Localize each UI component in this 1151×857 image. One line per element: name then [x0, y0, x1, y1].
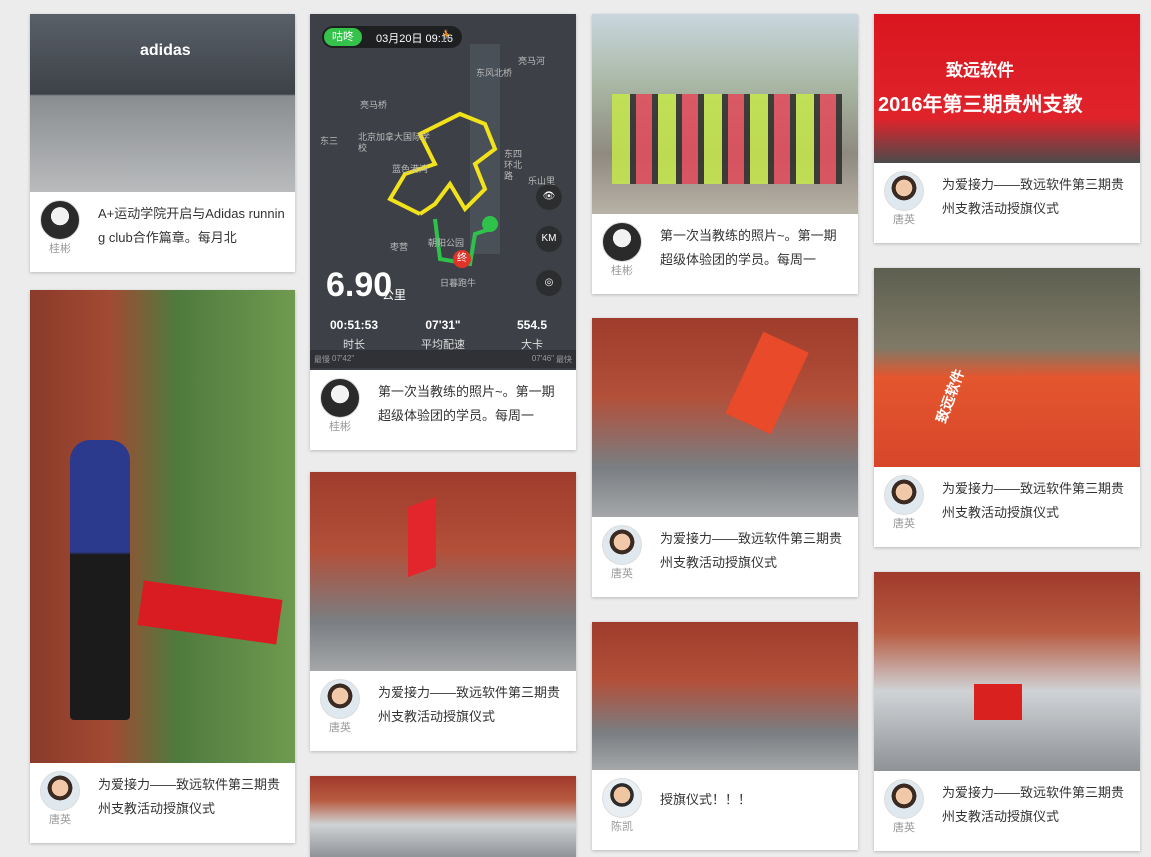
card-photo[interactable] [592, 622, 858, 770]
avatar[interactable] [884, 475, 924, 515]
username[interactable]: 桂彬 [318, 418, 362, 434]
person-blue-shirt [70, 440, 130, 720]
start-marker-icon [482, 216, 498, 232]
feed-card[interactable] [310, 776, 576, 857]
card-text[interactable]: 为爱接力——致远软件第三期贵州支教活动授旗仪式 [98, 773, 285, 821]
username[interactable]: 唐英 [882, 515, 926, 531]
card-text[interactable]: A+运动学院开启与Adidas running club合作篇章。每月北 [98, 202, 285, 250]
card-text[interactable]: 为爱接力——致远软件第三期贵州支教活动授旗仪式 [660, 527, 848, 575]
banner-text-line2: 2016年第三期贵州支教 [878, 94, 1083, 116]
map-place: 亮马河 [518, 56, 546, 66]
fastest-label: 最快 [556, 355, 572, 364]
fastest-value: 07'46" [531, 354, 554, 363]
locate-icon[interactable]: ◎ [536, 270, 562, 296]
card-text[interactable]: 第一次当教练的照片~。第一期超级体验团的学员。每周一 [660, 224, 848, 272]
run-map-photo[interactable]: 终 东风北桥 亮马桥 东四环北路 北京加拿大国际学校 亮马河 朝阳公园 蓝色港湾… [310, 14, 576, 370]
card-photo[interactable] [30, 290, 295, 763]
red-banner [974, 684, 1022, 720]
pace-strip: 最慢 07'42" 07'46" 最快 [310, 350, 576, 368]
card-photo[interactable]: 致远软件 [874, 268, 1140, 467]
avatar[interactable] [40, 771, 80, 811]
avatar[interactable] [884, 171, 924, 211]
end-marker-icon: 终 [453, 250, 471, 268]
card-text[interactable]: 为爱接力——致远软件第三期贵州支教活动授旗仪式 [942, 477, 1130, 525]
card-photo[interactable]: 致远软件 2016年第三期贵州支教 [874, 14, 1140, 163]
card-text[interactable]: 为爱接力——致远软件第三期贵州支教活动授旗仪式 [378, 681, 566, 729]
runners-group [612, 94, 842, 184]
feed-card[interactable]: 唐英 为爱接力——致远软件第三期贵州支教活动授旗仪式 [310, 472, 576, 751]
slowest-value: 07'42" [332, 354, 355, 363]
username[interactable]: 桂彬 [600, 262, 644, 278]
username[interactable]: 唐英 [318, 719, 362, 735]
card-text[interactable]: 第一次当教练的照片~。第一期超级体验团的学员。每周一 [378, 380, 566, 428]
card-photo[interactable] [592, 14, 858, 214]
red-flag [725, 331, 809, 435]
avatar[interactable] [602, 525, 642, 565]
username[interactable]: 陈凯 [600, 818, 644, 834]
feed-card[interactable]: adidas 桂彬 A+运动学院开启与Adidas running club合作… [30, 14, 295, 272]
map-place: 东四环北路 [504, 149, 523, 181]
flag-on-table [137, 580, 283, 645]
username[interactable]: 唐英 [882, 211, 926, 227]
username[interactable]: 唐英 [600, 565, 644, 581]
feed-card[interactable]: 陈凯 授旗仪式！！！ [592, 622, 858, 850]
distance-unit: 公里 [382, 288, 407, 302]
banner-text: 致远软件 [932, 366, 968, 426]
pace-value: 07'31" [425, 318, 461, 332]
username[interactable]: 唐英 [38, 811, 82, 827]
feed-card[interactable]: 致远软件 2016年第三期贵州支教 唐英 为爱接力——致远软件第三期贵州支教活动… [874, 14, 1140, 243]
feed-card[interactable]: 唐英 为爱接力——致远软件第三期贵州支教活动授旗仪式 [30, 290, 295, 843]
avatar[interactable] [320, 378, 360, 418]
card-text[interactable]: 授旗仪式！！！ [660, 788, 848, 836]
red-flag [408, 496, 436, 578]
avatar[interactable] [602, 222, 642, 262]
map-place: 朝阳公园 [428, 238, 465, 248]
map-place: 东三 [320, 136, 339, 146]
map-place: 蓝色港湾 [392, 164, 429, 174]
card-photo[interactable] [592, 318, 858, 517]
username[interactable]: 唐英 [882, 819, 926, 835]
card-photo[interactable]: adidas [30, 14, 295, 192]
duration-value: 00:51:53 [329, 318, 379, 332]
feed-card[interactable]: 桂彬 第一次当教练的照片~。第一期超级体验团的学员。每周一 [592, 14, 858, 294]
adidas-logo: adidas [140, 42, 191, 59]
running-icon: 🏃 [439, 29, 454, 43]
eye-toggle-icon[interactable]: 👁 [536, 184, 562, 210]
map-place: 枣营 [390, 242, 409, 252]
card-text[interactable]: 为爱接力——致远软件第三期贵州支教活动授旗仪式 [942, 781, 1130, 829]
card-photo[interactable] [310, 776, 576, 857]
card-text[interactable]: 为爱接力——致远软件第三期贵州支教活动授旗仪式 [942, 173, 1130, 221]
feed-card[interactable]: 唐英 为爱接力——致远软件第三期贵州支教活动授旗仪式 [874, 572, 1140, 851]
slowest-label: 最慢 [314, 355, 330, 364]
map-place: 亮马桥 [360, 100, 388, 110]
app-name: 咕咚 [324, 28, 362, 46]
feed-card[interactable]: 终 东风北桥 亮马桥 东四环北路 北京加拿大国际学校 亮马河 朝阳公园 蓝色港湾… [310, 14, 576, 450]
feed-card[interactable]: 唐英 为爱接力——致远软件第三期贵州支教活动授旗仪式 [592, 318, 858, 597]
card-photo[interactable] [874, 572, 1140, 771]
map-place: 北京加拿大国际学校 [358, 132, 431, 153]
calories-value: 554.5 [516, 318, 548, 332]
card-photo[interactable] [310, 472, 576, 671]
map-place: 日暮跑牛 [440, 278, 477, 288]
app-header-pill: 咕咚 03月20日 09:16 🏃 [322, 26, 462, 48]
avatar[interactable] [884, 779, 924, 819]
avatar[interactable] [320, 679, 360, 719]
avatar[interactable] [602, 778, 642, 818]
feed-card[interactable]: 致远软件 唐英 为爱接力——致远软件第三期贵州支教活动授旗仪式 [874, 268, 1140, 547]
km-toggle-button[interactable]: KM [536, 226, 562, 252]
avatar[interactable] [40, 200, 80, 240]
username[interactable]: 桂彬 [38, 240, 82, 256]
map-place: 东风北桥 [476, 68, 513, 78]
banner-text: 致远软件 [946, 61, 1014, 80]
